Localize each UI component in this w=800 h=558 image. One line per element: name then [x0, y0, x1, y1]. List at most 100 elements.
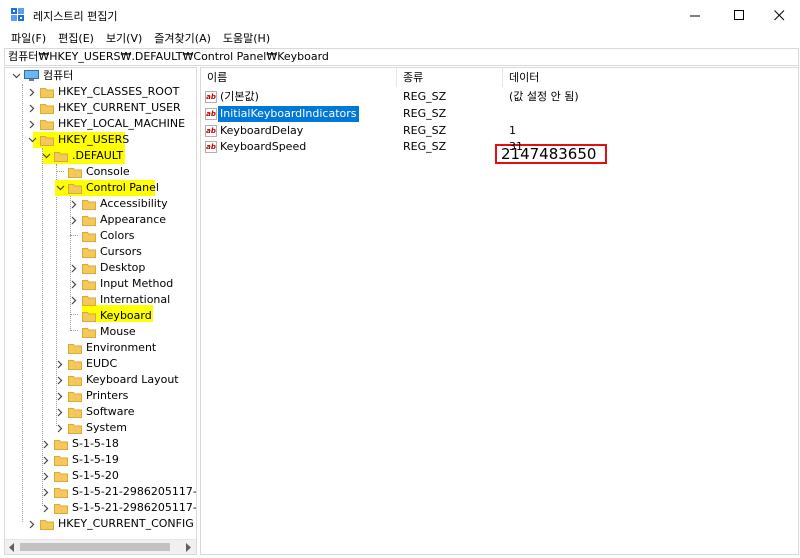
tree-label-hkcc: HKEY_CURRENT_CONFIG	[58, 517, 194, 530]
tree-node-cursors[interactable]: Cursors	[69, 244, 142, 260]
tree-node-keyboard[interactable]: Keyboard	[69, 308, 152, 324]
chevron-right-icon[interactable]	[69, 292, 79, 308]
chevron-right-icon[interactable]	[41, 468, 51, 484]
tree-node-colors[interactable]: Colors	[69, 228, 134, 244]
folder-icon	[68, 343, 82, 354]
column-header-name[interactable]: 이름	[201, 68, 397, 87]
tree-node-printers[interactable]: Printers	[55, 388, 128, 404]
tree-node-sid-19[interactable]: S-1-5-19	[41, 452, 119, 468]
value-type: REG_SZ	[403, 90, 447, 103]
chevron-down-icon[interactable]	[27, 132, 37, 148]
tree-label-accessibility: Accessibility	[100, 197, 168, 210]
chevron-down-icon[interactable]	[11, 68, 21, 84]
tree-node-console[interactable]: Console	[55, 164, 130, 180]
folder-icon	[54, 455, 68, 466]
tree-label-sid-18: S-1-5-18	[72, 437, 119, 450]
tree-node-international[interactable]: International	[69, 292, 170, 308]
chevron-right-icon[interactable]	[55, 372, 65, 388]
chevron-right-icon[interactable]	[69, 260, 79, 276]
folder-icon	[68, 391, 82, 402]
tree-label-desktop: Desktop	[100, 261, 146, 274]
tree-label-environment: Environment	[86, 341, 157, 354]
tree-node-sid-21-b[interactable]: S-1-5-21-2986205117-40	[41, 500, 197, 516]
chevron-right-icon[interactable]	[55, 420, 65, 436]
menu-favorites[interactable]: 즐겨찾기(A)	[148, 30, 217, 48]
values-pane[interactable]: 이름 종류 데이터 ab (기본값) REG_SZ (값 설정 안 됨) ab …	[200, 67, 799, 555]
menu-help[interactable]: 도움말(H)	[217, 30, 276, 48]
tree-pane[interactable]: 컴퓨터 HKEY_CLASSES_ROOT HKEY_CURRENT_USER …	[4, 67, 197, 555]
tree-node-sid-18[interactable]: S-1-5-18	[41, 436, 119, 452]
chevron-right-icon[interactable]	[27, 116, 37, 132]
tree-node-eudc[interactable]: EUDC	[55, 356, 117, 372]
tree-node-default[interactable]: .DEFAULT	[41, 148, 123, 164]
chevron-right-icon[interactable]	[27, 84, 37, 100]
tree-label-hklm: HKEY_LOCAL_MACHINE	[58, 117, 186, 130]
menu-edit[interactable]: 편집(E)	[52, 30, 100, 48]
tree-node-sid-21-a[interactable]: S-1-5-21-2986205117-40	[41, 484, 196, 500]
tree-node-system[interactable]: System	[55, 420, 127, 436]
folder-icon	[54, 487, 68, 498]
chevron-right-icon[interactable]	[41, 452, 51, 468]
tree-node-appearance[interactable]: Appearance	[69, 212, 166, 228]
tree-label-hkcr: HKEY_CLASSES_ROOT	[58, 85, 180, 98]
tree-label-default: .DEFAULT	[72, 149, 124, 162]
value-row[interactable]: ab KeyboardDelay REG_SZ 1	[201, 123, 791, 139]
tree-node-mouse[interactable]: Mouse	[69, 324, 136, 340]
scroll-left-icon[interactable]	[9, 543, 15, 552]
tree-node-hkcr[interactable]: HKEY_CLASSES_ROOT	[27, 84, 179, 100]
column-header-data[interactable]: 데이터	[503, 68, 798, 87]
column-header-type[interactable]: 종류	[397, 68, 503, 87]
value-name: KeyboardDelay	[220, 124, 304, 137]
value-row[interactable]: ab KeyboardSpeed REG_SZ 31	[201, 139, 791, 155]
tree-node-hku[interactable]: HKEY_USERS	[27, 132, 129, 148]
chevron-right-icon[interactable]	[69, 212, 79, 228]
chevron-right-icon[interactable]	[69, 196, 79, 212]
scroll-right-icon[interactable]	[186, 543, 192, 552]
tree-label-sid-21-b: S-1-5-21-2986205117-40	[72, 501, 197, 514]
tree-node-hklm[interactable]: HKEY_LOCAL_MACHINE	[27, 116, 185, 132]
chevron-right-icon[interactable]	[27, 100, 37, 116]
value-name: InitialKeyboardIndicators	[218, 106, 359, 122]
chevron-right-icon[interactable]	[41, 484, 51, 500]
close-button[interactable]	[756, 0, 800, 30]
tree-node-control-panel[interactable]: Control Panel	[55, 180, 159, 196]
tree-node-environment[interactable]: Environment	[55, 340, 156, 356]
chevron-down-icon[interactable]	[55, 180, 65, 196]
value-name: KeyboardSpeed	[220, 140, 307, 153]
chevron-right-icon[interactable]	[27, 516, 37, 532]
chevron-right-icon[interactable]	[55, 404, 65, 420]
address-bar[interactable]: 컴퓨터₩HKEY_USERS₩.DEFAULT₩Control Panel₩Ke…	[4, 48, 799, 66]
folder-icon	[82, 199, 96, 210]
chevron-right-icon[interactable]	[55, 388, 65, 404]
folder-icon	[68, 167, 82, 178]
tree-node-sid-20[interactable]: S-1-5-20	[41, 468, 119, 484]
tree-node-accessibility[interactable]: Accessibility	[69, 196, 168, 212]
tree-label-console: Console	[86, 165, 130, 178]
tree-label-control-panel: Control Panel	[86, 181, 159, 194]
chevron-down-icon[interactable]	[41, 148, 51, 164]
tree-label-software: Software	[86, 405, 135, 418]
chevron-right-icon[interactable]	[55, 356, 65, 372]
value-data: 1	[509, 124, 516, 137]
tree-horizontal-scrollbar[interactable]	[5, 539, 196, 554]
tree-node-keyboard-layout[interactable]: Keyboard Layout	[55, 372, 179, 388]
chevron-right-icon[interactable]	[41, 436, 51, 452]
folder-icon	[82, 327, 96, 338]
tree-node-computer[interactable]: 컴퓨터	[11, 68, 73, 84]
tree-node-software[interactable]: Software	[55, 404, 135, 420]
scrollbar-thumb[interactable]	[20, 543, 170, 551]
menu-view[interactable]: 보기(V)	[100, 30, 148, 48]
value-row-selected[interactable]: ab InitialKeyboardIndicators REG_SZ 2147…	[201, 106, 791, 164]
maximize-icon	[733, 9, 744, 20]
tree-node-desktop[interactable]: Desktop	[69, 260, 145, 276]
tree-node-hkcu[interactable]: HKEY_CURRENT_USER	[27, 100, 181, 116]
minimize-icon	[689, 15, 700, 16]
tree-node-hkcc[interactable]: HKEY_CURRENT_CONFIG	[27, 516, 194, 532]
minimize-button[interactable]	[672, 0, 718, 30]
value-row[interactable]: ab (기본값) REG_SZ (값 설정 안 됨)	[201, 89, 791, 105]
tree-node-input-method[interactable]: Input Method	[69, 276, 173, 292]
chevron-right-icon[interactable]	[41, 500, 51, 516]
chevron-right-icon[interactable]	[69, 276, 79, 292]
menu-file[interactable]: 파일(F)	[0, 30, 52, 48]
folder-icon	[54, 503, 68, 514]
